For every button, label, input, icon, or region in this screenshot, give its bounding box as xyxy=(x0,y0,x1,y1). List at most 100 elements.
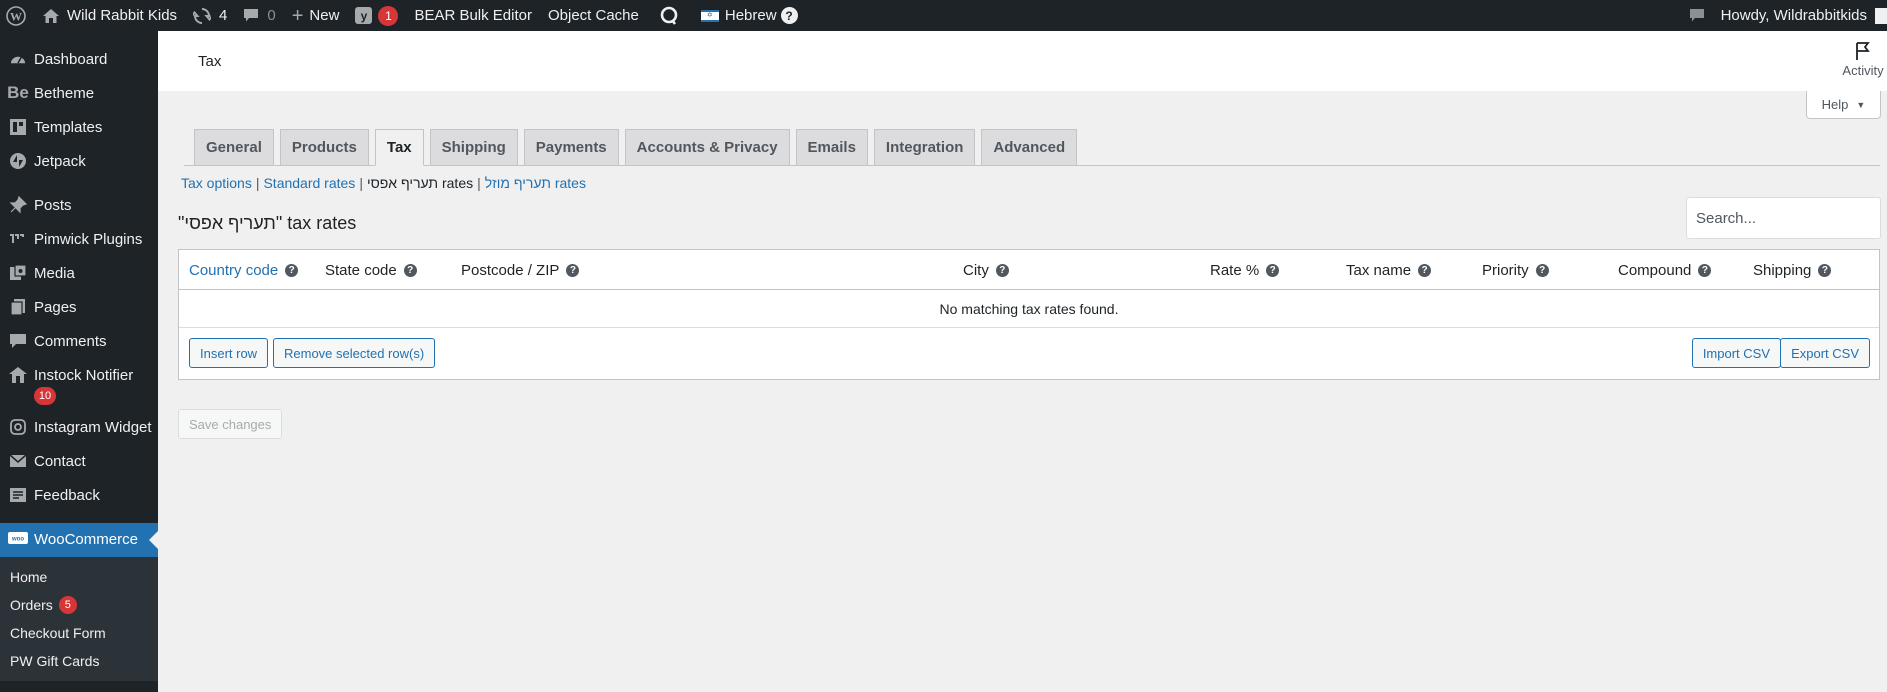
search-input[interactable] xyxy=(1686,197,1881,239)
feedback-icon xyxy=(8,485,28,505)
sidebar-item-pages[interactable]: Pages xyxy=(0,291,158,325)
column-postcode: Postcode / ZIP? xyxy=(461,250,580,290)
caret-down-icon: ▼ xyxy=(1856,99,1866,110)
remove-rows-button[interactable]: Remove selected row(s) xyxy=(273,338,436,368)
tab-payments[interactable]: Payments xyxy=(523,129,619,165)
help-tip-icon[interactable]: ? xyxy=(1698,263,1712,277)
save-changes-button[interactable]: Save changes xyxy=(178,409,283,439)
rates-heading: "תעריף אפסי" tax rates xyxy=(178,213,357,233)
help-button[interactable]: Help ▼ xyxy=(1806,91,1881,119)
help-tip-icon[interactable]: ? xyxy=(1535,263,1549,277)
media-icon xyxy=(8,263,28,283)
tab-accounts-privacy[interactable]: Accounts & Privacy xyxy=(624,129,790,165)
help-tip-icon[interactable]: ? xyxy=(566,263,580,277)
tab-shipping[interactable]: Shipping xyxy=(429,129,518,165)
yoast-notification-badge: 1 xyxy=(378,5,399,26)
query-monitor-icon xyxy=(659,6,679,26)
submenu-item-orders[interactable]: Orders 5 xyxy=(0,591,158,619)
tab-products[interactable]: Products xyxy=(279,129,369,165)
sidebar-item-betheme[interactable]: Be Betheme xyxy=(0,77,158,111)
jetpack-icon xyxy=(8,151,28,171)
sidebar-item-instock-notifier[interactable]: Instock Notifier 10 xyxy=(0,359,158,411)
language-help-icon[interactable]: ? xyxy=(780,7,798,24)
pimwick-icon xyxy=(8,229,28,249)
sidebar-item-templates[interactable]: Templates xyxy=(0,111,158,145)
help-tip-icon[interactable]: ? xyxy=(1418,263,1432,277)
column-country-code[interactable]: Country code? xyxy=(189,250,299,290)
israel-flag-icon: ✡ xyxy=(700,9,719,22)
help-tip-icon[interactable]: ? xyxy=(285,263,299,277)
insert-row-button[interactable]: Insert row xyxy=(189,338,269,368)
updates-icon xyxy=(193,7,212,25)
yoast-icon: y xyxy=(355,7,373,24)
sidebar-item-jetpack[interactable]: Jetpack xyxy=(0,145,158,179)
reduced-rates-link[interactable]: תעריף מוזל rates xyxy=(485,175,586,191)
column-tax-name: Tax name? xyxy=(1346,250,1432,290)
sidebar-item-contact[interactable]: Contact xyxy=(0,445,158,479)
tab-tax[interactable]: Tax xyxy=(374,129,424,166)
site-name-link[interactable]: Wild Rabbit Kids xyxy=(34,0,185,31)
tab-general[interactable]: General xyxy=(194,129,274,165)
column-state-code: State code? xyxy=(325,250,417,290)
notifications-link[interactable] xyxy=(1677,0,1717,31)
pages-icon xyxy=(8,297,28,317)
sidebar-item-woocommerce[interactable]: woo WooCommerce xyxy=(0,523,158,557)
tax-sections-nav: Tax options | Standard rates | תעריף אפס… xyxy=(181,175,586,191)
object-cache-link[interactable]: Object Cache xyxy=(540,0,647,31)
tab-advanced[interactable]: Advanced xyxy=(981,129,1078,165)
help-tip-icon[interactable]: ? xyxy=(403,263,417,277)
bulk-editor-link[interactable]: BEAR Bulk Editor xyxy=(406,0,540,31)
comments-link[interactable]: 0 xyxy=(235,0,283,31)
comment-bubble-icon xyxy=(243,8,259,23)
betheme-icon: Be xyxy=(7,83,29,102)
page-header: Tax Activity xyxy=(158,31,1887,91)
svg-text:W: W xyxy=(10,9,22,23)
zero-rates-current[interactable]: תעריף אפסי rates xyxy=(367,175,473,191)
home-icon xyxy=(42,8,60,24)
import-csv-button[interactable]: Import CSV xyxy=(1691,338,1781,368)
updates-link[interactable]: 4 xyxy=(185,0,235,31)
sidebar-item-comments[interactable]: Comments xyxy=(0,325,158,359)
sidebar-item-posts[interactable]: Posts xyxy=(0,189,158,223)
help-tip-icon[interactable]: ? xyxy=(1266,263,1280,277)
admin-sidebar: Dashboard Be Betheme Templates Jetpack P… xyxy=(0,31,158,692)
tab-emails[interactable]: Emails xyxy=(795,129,868,165)
settings-tabs: General Products Tax Shipping Payments A… xyxy=(184,129,1880,166)
help-tip-icon[interactable]: ? xyxy=(1818,263,1832,277)
my-account-link[interactable]: Howdy, Wildrabbitkids xyxy=(1717,0,1887,31)
dashboard-icon xyxy=(8,49,28,69)
instock-icon xyxy=(8,365,28,385)
tax-options-link[interactable]: Tax options xyxy=(181,175,252,191)
column-compound: Compound? xyxy=(1618,250,1712,290)
tax-rates-table: Country code? State code? Postcode / ZIP… xyxy=(178,249,1880,380)
query-monitor-link[interactable] xyxy=(647,0,693,31)
sidebar-item-dashboard[interactable]: Dashboard xyxy=(0,43,158,77)
tab-integration[interactable]: Integration xyxy=(873,129,976,165)
wordpress-logo-icon[interactable]: W xyxy=(0,0,34,31)
column-rate: Rate %? xyxy=(1210,250,1280,290)
language-switcher[interactable]: ✡ Hebrew ? xyxy=(693,0,806,31)
yoast-menu[interactable]: y 1 xyxy=(347,0,406,31)
column-shipping: Shipping? xyxy=(1753,250,1832,290)
sidebar-item-instagram-widget[interactable]: Instagram Widget xyxy=(0,411,158,445)
submenu-item-home[interactable]: Home xyxy=(0,563,158,591)
sidebar-item-pimwick[interactable]: Pimwick Plugins xyxy=(0,223,158,257)
submenu-item-pw-gift-cards[interactable]: PW Gift Cards xyxy=(0,647,158,675)
sidebar-item-feedback[interactable]: Feedback xyxy=(0,479,158,513)
table-header: Country code? State code? Postcode / ZIP… xyxy=(179,250,1879,290)
woocommerce-icon: woo xyxy=(8,529,28,549)
export-csv-button[interactable]: Export CSV xyxy=(1780,338,1870,368)
orders-count-badge: 5 xyxy=(58,596,77,614)
pin-icon xyxy=(8,195,28,215)
submenu-item-checkout-form[interactable]: Checkout Form xyxy=(0,619,158,647)
comments-icon xyxy=(8,331,28,351)
sidebar-item-media[interactable]: Media xyxy=(0,257,158,291)
svg-text:woo: woo xyxy=(11,537,24,543)
help-tip-icon[interactable]: ? xyxy=(995,263,1009,277)
new-content-link[interactable]: + New xyxy=(284,0,348,31)
contact-icon xyxy=(8,451,28,471)
plus-icon: + xyxy=(291,4,304,27)
standard-rates-link[interactable]: Standard rates xyxy=(263,175,355,191)
table-footer: Insert row Remove selected row(s) Import… xyxy=(179,328,1879,379)
activity-panel-button[interactable]: Activity xyxy=(1839,41,1887,78)
